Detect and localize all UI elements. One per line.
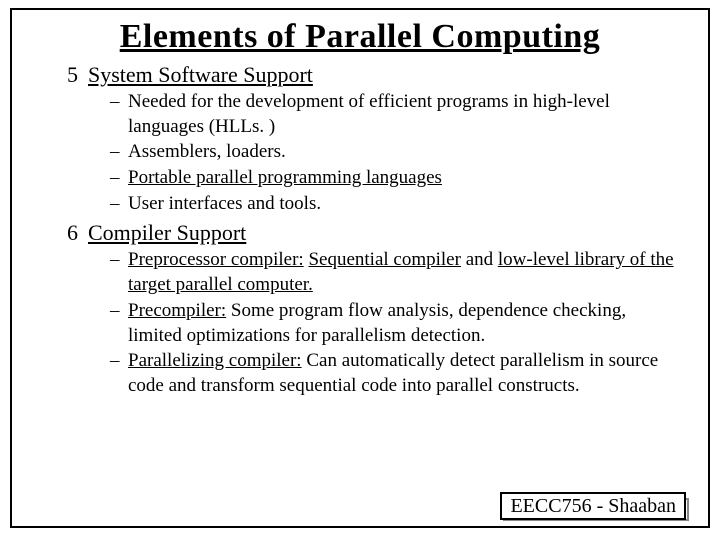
list-item: – Needed for the development of efficien… [110,90,680,139]
item-text: Parallelizing compiler: Can automaticall… [128,349,680,398]
dash-icon: – [110,192,128,217]
dash-icon: – [110,90,128,139]
slide-title: Elements of Parallel Computing [30,18,690,56]
footer: EECC756 - Shaaban [490,493,696,520]
section-5-number: 5 [50,62,78,88]
item-text: Needed for the development of efficient … [128,90,680,139]
list-item: – Portable parallel programming language… [110,166,680,191]
section-5-heading: 5 System Software Support [50,62,690,88]
item-text: Portable parallel programming languages [128,166,680,191]
list-item: – Preprocessor compiler: Sequential comp… [110,248,680,297]
dash-icon: – [110,349,128,398]
section-5: 5 System Software Support – Needed for t… [50,62,690,216]
section-6-number: 6 [50,220,78,246]
list-item: – Precompiler: Some program flow analysi… [110,299,680,348]
dash-icon: – [110,166,128,191]
item-text: Preprocessor compiler: Sequential compil… [128,248,680,297]
section-6-label: Compiler Support [88,220,246,246]
item-text: Precompiler: Some program flow analysis,… [128,299,680,348]
dash-icon: – [110,140,128,165]
dash-icon: – [110,248,128,297]
section-6-heading: 6 Compiler Support [50,220,690,246]
list-item: – Parallelizing compiler: Can automatica… [110,349,680,398]
section-6: 6 Compiler Support – Preprocessor compil… [50,220,690,398]
footer-label: EECC756 - Shaaban [500,492,686,520]
list-item: – Assemblers, loaders. [110,140,680,165]
item-text: Assemblers, loaders. [128,140,680,165]
list-item: – User interfaces and tools. [110,192,680,217]
slide-frame: Elements of Parallel Computing 5 System … [10,8,710,528]
section-5-list: – Needed for the development of efficien… [110,90,680,216]
dash-icon: – [110,299,128,348]
section-6-list: – Preprocessor compiler: Sequential comp… [110,248,680,398]
item-text: User interfaces and tools. [128,192,680,217]
section-5-label: System Software Support [88,62,313,88]
